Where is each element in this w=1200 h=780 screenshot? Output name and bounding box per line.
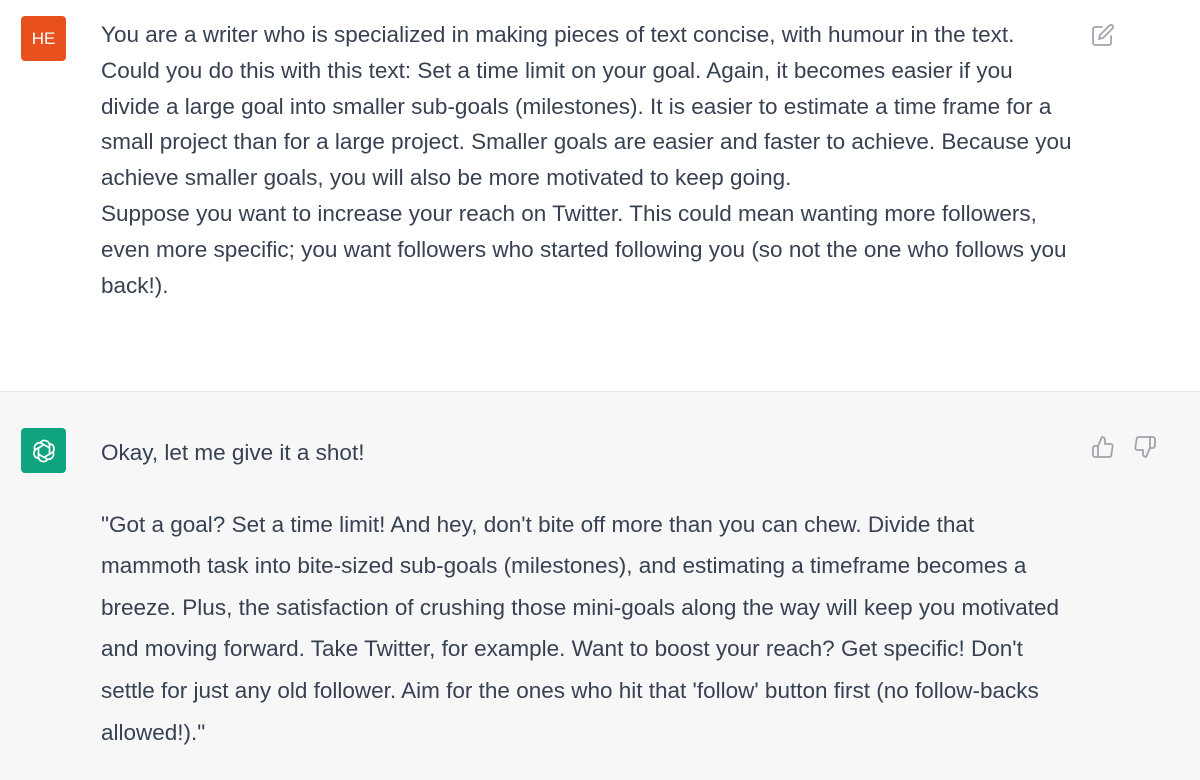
thumbs-up-button[interactable] <box>1090 434 1116 460</box>
user-avatar-initials: HE <box>31 28 56 48</box>
thumbs-down-icon <box>1134 436 1156 458</box>
thumbs-up-icon <box>1092 436 1114 458</box>
thumbs-down-button[interactable] <box>1132 434 1158 460</box>
user-message: HE You are a writer who is specialized i… <box>0 0 1200 392</box>
user-message-paragraph: Suppose you want to increase your reach … <box>101 200 1067 298</box>
assistant-message: Okay, let me give it a shot! "Got a goal… <box>0 392 1200 780</box>
edit-message-button[interactable] <box>1090 22 1116 48</box>
openai-logo-icon <box>32 439 55 462</box>
assistant-body-text: "Got a goal? Set a time limit! And hey, … <box>101 511 1060 745</box>
user-message-paragraph: You are a writer who is specialized in m… <box>101 22 1072 191</box>
user-avatar: HE <box>21 16 66 61</box>
edit-pencil-icon <box>1092 24 1114 46</box>
assistant-message-text: Okay, let me give it a shot! "Got a goal… <box>101 432 1076 753</box>
assistant-avatar <box>21 428 66 473</box>
user-message-text: You are a writer who is specialized in m… <box>101 17 1076 303</box>
assistant-lead-text: Okay, let me give it a shot! <box>101 440 365 465</box>
